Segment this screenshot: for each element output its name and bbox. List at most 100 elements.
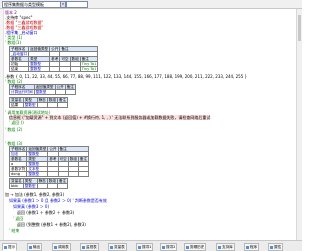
- param-type[interactable]: 整数型: [26, 171, 49, 177]
- header-cell: 备注: [56, 178, 69, 184]
- tab-label: 程序: [250, 245, 258, 249]
- chevron-down-icon[interactable]: ▾: [60, 2, 65, 7]
- code-line: ' 结束: [9, 228, 20, 233]
- header-cell: 参考: [49, 56, 61, 62]
- tab-label: 支持库: [222, 245, 233, 249]
- tab-icon: [270, 245, 273, 249]
- return-type[interactable]: 整数型: [33, 89, 56, 95]
- header-cell: 备注: [77, 156, 90, 162]
- code-line: 如果真 (参数3 ＞ 0): [13, 204, 50, 209]
- header-cell: 返回值类型: [26, 146, 49, 152]
- subroutine-name[interactable]: _启动窗口: [8, 51, 30, 57]
- code-line: ' 返回: [13, 216, 24, 221]
- param-name[interactable]: 参数字符: [8, 166, 28, 172]
- param-remark[interactable]: Tiny Ta1: [79, 66, 99, 72]
- header-cell: 可空: [59, 56, 71, 62]
- code-line: 如果真 (参数1 ＞ 0 且 参数2 ＞ 0) ' 判断参数是否有效: [9, 198, 107, 203]
- header-cell: 静态: [36, 178, 48, 184]
- header-cell: 返回值类型: [28, 46, 51, 52]
- param-remark[interactable]: Tiny Ta1: [79, 61, 99, 67]
- header-cell: 数组: [67, 156, 79, 162]
- tab-label: 剪辑历史: [190, 245, 205, 249]
- code-line: 加 → 加法 (参数1, 参数2, 参数3): [5, 192, 65, 197]
- code-line: 返回 (到整数 (参数1 + 参数2), 参数3): [17, 222, 86, 227]
- tab-icon: [138, 245, 141, 249]
- var-cell[interactable]: [36, 102, 48, 108]
- bottom-tab-bar: 提示 输出 调用表 监视表 变量表 搜寻1 搜寻2 剪辑历史 支持库 程序 属性: [0, 240, 302, 251]
- param-cell[interactable]: [49, 66, 61, 72]
- var-cell[interactable]: [46, 102, 58, 108]
- tab-icon: [4, 245, 7, 249]
- code-line: 返回 (参数1 ＋ 参数2 ＋ 参数3): [17, 210, 75, 215]
- param-cell[interactable]: [47, 171, 59, 177]
- tab-label: 调用表: [58, 245, 69, 249]
- public-flag[interactable]: [54, 89, 66, 95]
- module-select[interactable]: 程序集数据与类型模板 ▾: [2, 1, 66, 8]
- module-select-value: 程序集数据与类型模板: [4, 2, 44, 7]
- scrollbar-thumb[interactable]: [298, 15, 301, 41]
- tab-label: 监视表: [86, 245, 97, 249]
- header-cell: 数组: [46, 97, 58, 103]
- remark[interactable]: [64, 89, 76, 95]
- toolbar: 程序集数据与类型模板 ▾: [0, 0, 302, 9]
- code-line: .参数 { 0, 11, 22, 33, 44, 55, 66, 77, 88,…: [5, 74, 248, 79]
- tab-icon: [186, 245, 189, 249]
- variable-table: 变量名 类型 静态 数组 备注 结果 整数型: [9, 97, 69, 108]
- subroutine-table: 子程序名 返回值类型 公开 备注 计算运行时间 整数型: [9, 84, 76, 95]
- header-cell: 公开: [47, 146, 59, 152]
- header-cell: 变量名: [9, 97, 24, 103]
- tab-icon: [82, 245, 85, 249]
- header-cell: 备注: [56, 97, 69, 103]
- header-cell: 子程序名: [8, 146, 28, 152]
- tab-icon: [29, 245, 32, 249]
- tab-label: 搜寻2: [166, 245, 176, 249]
- tab-icon: [246, 245, 249, 249]
- header-cell: 公开: [54, 84, 66, 90]
- sub-select[interactable]: [66, 1, 88, 8]
- line-gutter: [0, 9, 4, 240]
- tab-icon: [218, 245, 221, 249]
- tab-icon: [54, 245, 57, 249]
- param-name[interactable]: 结束: [8, 66, 30, 72]
- code-line: ' 数组 (2): [5, 127, 23, 132]
- header-cell: 可空: [57, 156, 69, 162]
- tab-icon: [162, 245, 165, 249]
- param-type[interactable]: 整数型: [28, 66, 51, 72]
- param-name[interactable]: dong: [8, 171, 28, 177]
- param-cell[interactable]: [69, 66, 81, 72]
- header-cell: 备注: [64, 84, 76, 90]
- param-cell[interactable]: [59, 66, 71, 72]
- param-cell[interactable]: [57, 171, 69, 177]
- var-cell[interactable]: [36, 183, 48, 189]
- tab-icon: [110, 245, 113, 249]
- header-cell: 参考: [47, 156, 59, 162]
- header-cell: 公开: [49, 46, 61, 52]
- param-cell[interactable]: [77, 171, 90, 177]
- code-line: ' 返回 (): [9, 120, 24, 125]
- header-cell: 数组: [69, 56, 81, 62]
- code-text: 信息框 ("加载资源" + 到文本 (返回值) + #换行符, 1, , ) '…: [9, 115, 211, 120]
- code-editor[interactable]: 版本 2 .支持库 "spec" .数据 "三鑫游戏数据" .数据 "三鑫游戏数…: [0, 9, 297, 240]
- code-line: 信息框 ("加载资源" + 到文本 (返回值) + #换行符, 1, , ) '…: [9, 115, 211, 120]
- header-cell: 变量名: [9, 178, 24, 184]
- header-cell: 数组: [46, 178, 58, 184]
- subroutine-table: 子程序名 返回值类型 公开 备注 _启动窗口 参数名 类型 参考 可空 数组 备…: [8, 46, 99, 72]
- tab-label: 变量表: [114, 245, 125, 249]
- tab-label: 输出: [33, 245, 41, 249]
- subroutine-table: 子程序名 返回值类型 公开 备注 加法 整数型 参数名 类型 参考 可空 数组 …: [8, 146, 90, 177]
- var-cell[interactable]: [56, 102, 69, 108]
- vertical-scrollbar[interactable]: [296, 9, 302, 240]
- var-name[interactable]: 结果: [9, 102, 24, 108]
- tab-label: 搜寻1: [142, 245, 152, 249]
- tab-label: 提示: [8, 245, 16, 249]
- var-cell[interactable]: [46, 183, 58, 189]
- var-type[interactable]: 整数型: [22, 183, 38, 189]
- var-name[interactable]: bbb: [9, 183, 24, 189]
- var-type[interactable]: 整数型: [22, 102, 38, 108]
- header-cell: 返回值类型: [33, 84, 56, 90]
- variable-table: 变量名 类型 静态 数组 备注 bbb 整数型: [9, 178, 69, 189]
- subroutine-name[interactable]: 计算运行时间: [9, 89, 35, 95]
- var-cell[interactable]: [56, 183, 69, 189]
- header-cell: 静态: [36, 97, 48, 103]
- param-cell[interactable]: [67, 171, 79, 177]
